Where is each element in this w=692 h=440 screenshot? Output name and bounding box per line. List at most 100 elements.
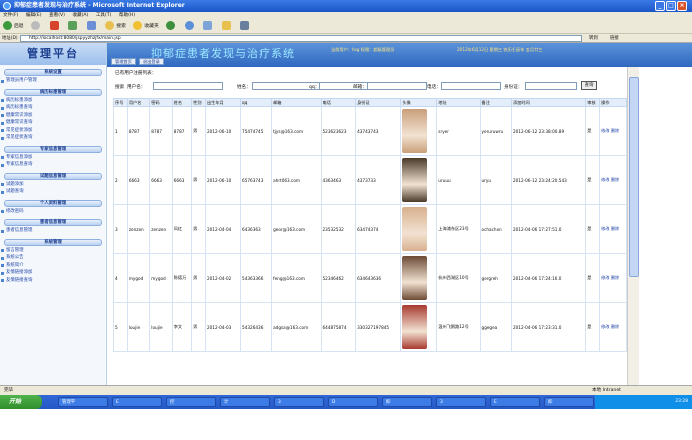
table-cell: gergreh <box>479 253 512 303</box>
sidebar-item[interactable]: 专家信息添加 <box>0 154 106 162</box>
page-content: 管理平台 系统设置 管理员用户管理 病历标患管理 病历标患添加 病历标患查询 健康常识添加… <box>0 43 692 385</box>
sidebar-section-header[interactable]: 专家信息管理 <box>4 145 102 153</box>
taskbar-task[interactable]: D <box>328 397 378 407</box>
scroll-thumb[interactable] <box>629 77 639 277</box>
taskbar-task[interactable]: 抑 <box>382 397 432 407</box>
menu-view[interactable]: 查看(V) <box>49 13 65 18</box>
address-input[interactable]: http://localhost:8080/jspyyzhzjfx/main.j… <box>20 35 582 42</box>
table-cell: 2012-06-10 <box>204 155 242 205</box>
maximize-button[interactable]: □ <box>666 1 676 11</box>
taskbar-task[interactable]: 计 <box>220 397 270 407</box>
taskbar-task[interactable]: 管理平 <box>58 397 108 407</box>
close-button[interactable]: × <box>677 1 687 11</box>
sidebar-section-header[interactable]: 试题信息管理 <box>4 172 102 180</box>
sidebar-item[interactable]: 病历标患添加 <box>0 97 106 105</box>
vertical-scrollbar[interactable] <box>627 67 639 385</box>
taskbar-task[interactable]: 3 <box>436 397 486 407</box>
home-admin-button[interactable]: 管理首页 <box>111 58 136 65</box>
actions-cell: 修改 删除 <box>599 106 627 156</box>
home-button[interactable] <box>86 20 98 34</box>
browser-toolbar: 后退 搜索 收藏夹 <box>0 20 692 34</box>
menu-file[interactable]: 文件(F) <box>3 13 18 18</box>
sidebar-item[interactable]: 健康常识添加 <box>0 112 106 120</box>
sidebar-item[interactable]: 试题查询 <box>0 188 106 196</box>
favorites-button[interactable]: 收藏夹 <box>133 20 159 34</box>
taskbar-task[interactable]: E <box>112 397 162 407</box>
system-tray: 23:28 <box>595 395 692 409</box>
minimize-button[interactable]: _ <box>655 1 665 11</box>
forward-button[interactable] <box>31 20 42 34</box>
column-header: 审核 <box>585 98 601 107</box>
idcard-input[interactable] <box>525 82 577 90</box>
sidebar-sections: 系统设置 管理员用户管理 病历标患管理 病历标患添加 病历标患查询 健康常识添加 健康常识查… <box>0 69 106 284</box>
folder-button[interactable] <box>221 20 233 34</box>
search-button[interactable]: 搜索 <box>105 20 126 34</box>
sidebar-item[interactable]: 系统简介 <box>0 262 106 270</box>
email-input[interactable] <box>367 82 427 90</box>
sidebar-item[interactable]: 试题添加 <box>0 181 106 189</box>
back-button[interactable]: 后退 <box>3 20 24 34</box>
taskbar-task[interactable]: 3 <box>274 397 324 407</box>
menu-edit[interactable]: 编辑(E) <box>26 13 42 18</box>
taskbar-task[interactable]: 控 <box>166 397 216 407</box>
row-actions[interactable]: 修改 删除 <box>601 324 619 329</box>
history-button[interactable] <box>184 20 196 34</box>
sidebar-item[interactable]: 常见症状添加 <box>0 127 106 135</box>
refresh-button[interactable] <box>68 20 79 34</box>
sidebar-item[interactable]: 病历标患查询 <box>0 104 106 112</box>
phone-input[interactable] <box>441 82 501 90</box>
logout-button[interactable]: 退出登录 <box>139 58 164 65</box>
row-actions[interactable]: 修改 删除 <box>601 275 619 280</box>
sidebar-item[interactable]: 常见症状查询 <box>0 134 106 142</box>
table-cell: 2 <box>113 155 128 205</box>
name-label: 姓名： <box>237 85 251 90</box>
sidebar-item[interactable]: 友情链接查询 <box>0 277 106 285</box>
sidebar-item[interactable]: 健康常识查询 <box>0 119 106 127</box>
links-label[interactable]: 链接 <box>610 34 619 43</box>
table-cell: 52346462 <box>320 253 357 303</box>
taskbar-task[interactable]: E <box>490 397 540 407</box>
table-cell: 男 <box>191 106 206 156</box>
sidebar-item[interactable]: 修改密码 <box>0 208 106 216</box>
username-input[interactable] <box>153 82 223 90</box>
row-actions[interactable]: 修改 删除 <box>601 128 619 133</box>
sidebar-item[interactable]: 系统公告 <box>0 254 106 262</box>
actions-cell: 修改 删除 <box>599 155 627 205</box>
table-cell: 是 <box>585 302 601 352</box>
row-actions[interactable]: 修改 删除 <box>601 226 619 231</box>
mail-button[interactable] <box>203 20 214 34</box>
sidebar-item[interactable]: 专家信息查询 <box>0 161 106 169</box>
sidebar-section-header[interactable]: 系统管理 <box>4 238 102 246</box>
sidebar-section-header[interactable]: 个人资料管理 <box>4 199 102 207</box>
print-button[interactable] <box>240 20 251 34</box>
sidebar-item[interactable]: 友情链接添加 <box>0 269 106 277</box>
table-cell: mygod <box>126 253 151 303</box>
window-title: 抑郁症患者发现与治疗系统 - Microsoft Internet Explor… <box>14 2 185 9</box>
history-icon <box>184 21 194 30</box>
start-button[interactable]: 开始 <box>0 395 42 409</box>
menu-favorites[interactable]: 收藏(A) <box>72 13 88 18</box>
menu-help[interactable]: 帮助(H) <box>119 13 135 18</box>
sidebar-item[interactable]: 留言管理 <box>0 247 106 255</box>
table-cell: 2012-04-06 17:24:16.0 <box>510 253 587 303</box>
sidebar-section-header[interactable]: 患者信息管理 <box>4 219 102 226</box>
table-cell: 75474745 <box>240 106 273 156</box>
taskbar-task[interactable]: 抑 <box>544 397 594 407</box>
table-cell: 男 <box>191 204 206 254</box>
sidebar-item[interactable]: 管理员用户管理 <box>0 77 106 85</box>
media-button[interactable] <box>166 20 177 34</box>
table-row: 1 8787 8787 8787 男 2012-06-10 75474745 tjys@163… <box>113 106 627 156</box>
table-cell: 8787 <box>171 106 193 156</box>
row-actions[interactable]: 修改 删除 <box>601 177 619 182</box>
table-cell: 杭州西湖区10号 <box>436 253 481 303</box>
sidebar-section-header[interactable]: 病历标患管理 <box>4 88 102 96</box>
sidebar-item[interactable]: 患者信息管理 <box>0 227 106 235</box>
menu-tools[interactable]: 工具(T) <box>96 13 112 18</box>
window-titlebar: 抑郁症患者发现与治疗系统 - Microsoft Internet Explor… <box>0 0 692 12</box>
avatar <box>402 256 428 300</box>
sidebar-section-header[interactable]: 系统设置 <box>4 69 102 76</box>
search-submit-button[interactable]: 查询 <box>581 81 597 90</box>
stop-button[interactable] <box>49 20 61 34</box>
table-cell: 63474374 <box>355 204 402 254</box>
go-button[interactable]: 转到 <box>586 34 601 43</box>
